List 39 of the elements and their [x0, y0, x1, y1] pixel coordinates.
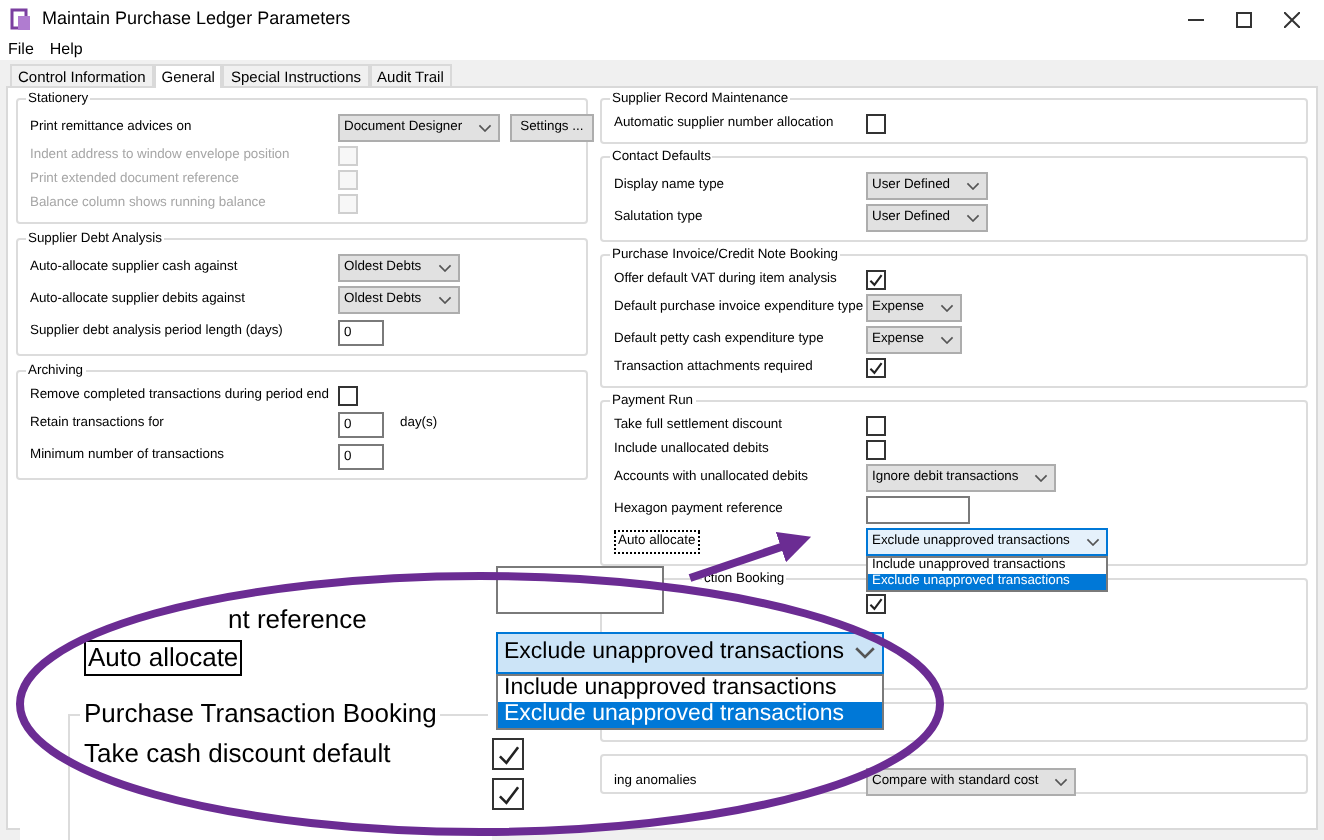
chevron-icon — [437, 295, 452, 305]
check-icon — [495, 781, 521, 807]
check-icon — [868, 360, 884, 376]
dropdown[interactable]: Exclude unapproved transactions — [496, 632, 884, 674]
close-icon[interactable] — [1284, 12, 1300, 28]
menu-item[interactable]: File — [8, 38, 34, 62]
text-field[interactable] — [866, 496, 970, 524]
window-title: Maintain Purchase Ledger Parameters — [42, 6, 351, 33]
chevron-icon — [437, 263, 452, 273]
check-icon — [495, 741, 521, 767]
chevron-icon — [478, 123, 493, 133]
checkbox[interactable] — [866, 594, 886, 614]
checkbox[interactable] — [866, 114, 886, 134]
checkbox[interactable] — [866, 440, 886, 460]
checkbox[interactable] — [492, 778, 524, 810]
check-icon — [868, 596, 884, 612]
dropdown-option[interactable]: Include unapproved transactions — [498, 676, 882, 702]
chevron-icon — [940, 303, 955, 313]
dropdown-option[interactable]: Exclude unapproved transactions — [498, 702, 882, 728]
checkbox[interactable] — [866, 358, 886, 378]
chevron-icon — [1034, 473, 1049, 483]
chevron-icon — [1085, 537, 1100, 547]
checkbox[interactable] — [866, 270, 886, 290]
app-icon — [10, 8, 32, 32]
chevron-icon — [940, 335, 955, 345]
chevron-icon — [1054, 777, 1069, 787]
chevron-icon — [854, 646, 876, 660]
field-label: Take cash discount default — [84, 740, 391, 768]
check-icon — [868, 272, 884, 288]
field-label: nt reference — [228, 606, 367, 634]
checkbox[interactable] — [492, 738, 524, 770]
group-title: Purchase Transaction Booking — [80, 700, 441, 728]
menu-item[interactable]: Help — [49, 38, 83, 62]
field-label: Auto allocate — [84, 640, 243, 676]
maximize-icon[interactable] — [1236, 12, 1252, 28]
chevron-icon — [966, 213, 981, 223]
chevron-icon — [966, 181, 981, 191]
checkbox[interactable] — [338, 386, 358, 406]
checkbox[interactable] — [866, 416, 886, 436]
